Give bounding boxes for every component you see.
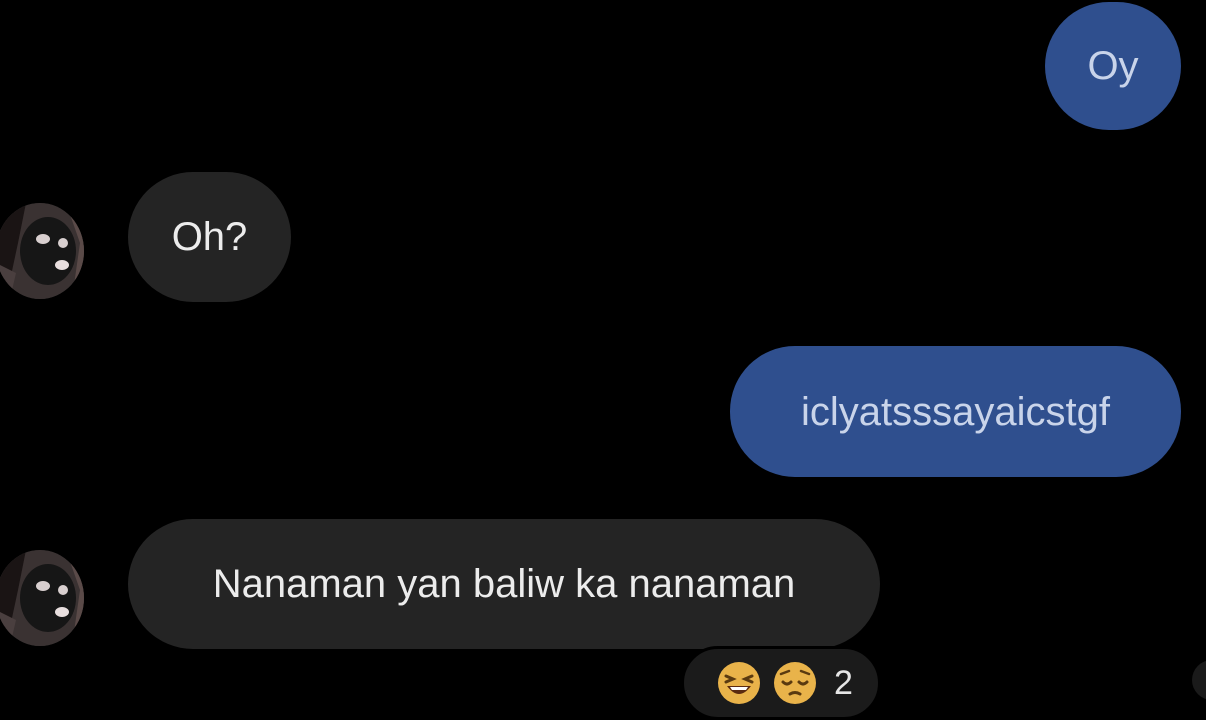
reaction-count: 2 — [834, 663, 853, 702]
scroll-down-button[interactable] — [1192, 660, 1206, 700]
outgoing-message-bubble[interactable]: Oy — [1045, 2, 1181, 130]
contact-avatar[interactable] — [0, 550, 84, 646]
message-text: Oh? — [171, 215, 248, 259]
incoming-message-bubble[interactable]: Nanaman yan baliw ka nanaman — [128, 519, 880, 649]
chat-thread: Oy Oh? iclyatsssayaicstgf Nanaman yan ba… — [0, 0, 1206, 720]
outgoing-message-bubble[interactable]: iclyatsssayaicstgf — [730, 346, 1181, 477]
pensive-face-icon — [774, 662, 816, 704]
laughing-face-icon — [718, 662, 760, 704]
avatar-photo-icon — [0, 203, 84, 299]
message-text: Nanaman yan baliw ka nanaman — [212, 562, 796, 606]
message-reactions[interactable]: 2 — [681, 646, 881, 720]
message-text: iclyatsssayaicstgf — [801, 389, 1110, 434]
incoming-message-bubble[interactable]: Oh? — [128, 172, 291, 302]
contact-avatar[interactable] — [0, 203, 84, 299]
avatar-photo-icon — [0, 550, 84, 646]
message-text: Oy — [1087, 44, 1139, 88]
